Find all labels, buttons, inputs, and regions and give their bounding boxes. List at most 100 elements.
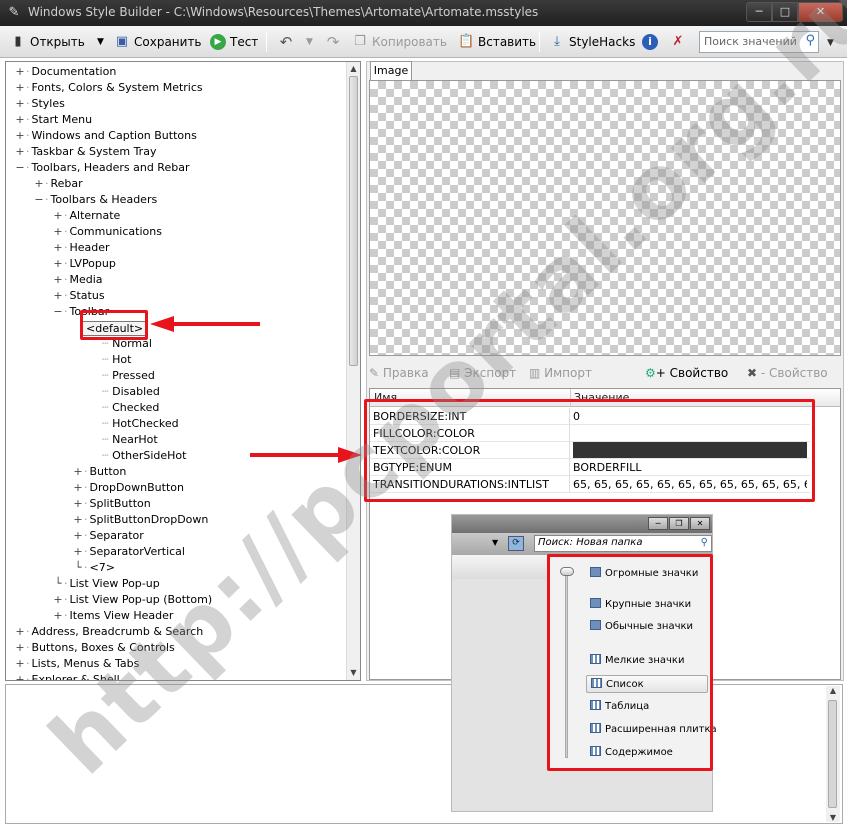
toolbar-overflow-arrow[interactable]: ▼ <box>827 38 834 48</box>
tree-item-label: HotChecked <box>112 417 179 430</box>
expand-toggle[interactable]: + <box>14 624 26 640</box>
tree-item[interactable]: +· Communications <box>52 224 162 240</box>
tree-item[interactable]: └ · List View Pop-up <box>52 576 160 592</box>
expand-toggle[interactable]: + <box>33 176 45 192</box>
scroll-up-arrow[interactable]: ▲ <box>826 686 840 695</box>
tree-item[interactable]: +· Separator <box>72 528 143 544</box>
tree-item[interactable]: +· Buttons, Boxes & Controls <box>14 640 174 656</box>
edit-button[interactable]: ✎ Правка <box>369 366 429 380</box>
close-button[interactable]: ✕ <box>798 2 843 22</box>
scroll-thumb[interactable] <box>828 700 837 808</box>
tree-item[interactable]: ┄ Checked <box>102 400 159 416</box>
tree-item[interactable]: −· Toolbars, Headers and Rebar <box>14 160 189 176</box>
description-scrollbar[interactable]: ▲ ▼ <box>826 686 840 822</box>
tree-item[interactable]: ┄ Hot <box>102 352 131 368</box>
tree-item[interactable]: +· Button <box>72 464 126 480</box>
tree-item[interactable]: +· Header <box>52 240 109 256</box>
tree-item[interactable]: +· LVPopup <box>52 256 115 272</box>
search-icon[interactable]: ⚲ <box>805 33 815 48</box>
test-button[interactable]: ▶ Тест <box>210 31 258 53</box>
stylehacks-button[interactable]: ⤓ StyleHacks <box>549 31 635 53</box>
tree-item[interactable]: −· Toolbars & Headers <box>33 192 157 208</box>
tools-button[interactable]: ✗ <box>670 31 690 53</box>
expand-toggle[interactable]: + <box>72 544 84 560</box>
expand-toggle[interactable]: + <box>52 256 64 272</box>
minimize-button[interactable]: ─ <box>746 2 772 22</box>
tree-item[interactable]: +· Documentation <box>14 64 116 80</box>
expand-toggle[interactable]: + <box>14 96 26 112</box>
expand-toggle[interactable]: + <box>52 208 64 224</box>
tree-item[interactable]: ┄ OtherSideHot <box>102 448 186 464</box>
tree-item[interactable]: +· List View Pop-up (Bottom) <box>52 592 212 608</box>
expand-toggle[interactable]: + <box>52 608 64 624</box>
tree-item[interactable]: +· SeparatorVertical <box>72 544 185 560</box>
expand-toggle[interactable]: + <box>72 464 84 480</box>
export-button[interactable]: ▤ Экспорт <box>449 366 516 380</box>
expand-toggle[interactable]: + <box>72 512 84 528</box>
import-button[interactable]: ▥ Импорт <box>529 366 592 380</box>
expand-toggle[interactable]: + <box>14 112 26 128</box>
tree-item[interactable]: +· Address, Breadcrumb & Search <box>14 624 203 640</box>
open-dropdown-arrow[interactable]: ▼ <box>97 31 104 53</box>
tree-item[interactable]: +· Windows and Caption Buttons <box>14 128 196 144</box>
remove-property-button[interactable]: ✖ - Свойство <box>747 366 828 380</box>
expand-toggle[interactable]: + <box>14 144 26 160</box>
collapse-toggle[interactable]: − <box>52 304 64 320</box>
scroll-up-arrow[interactable]: ▲ <box>347 62 360 76</box>
remove-property-label: - Свойство <box>760 366 828 380</box>
expand-toggle[interactable]: + <box>14 656 26 672</box>
tree-item[interactable]: ┄ Disabled <box>102 384 160 400</box>
expand-toggle[interactable]: + <box>14 128 26 144</box>
tree-item[interactable]: +· Status <box>52 288 104 304</box>
open-button[interactable]: ▮ Открыть <box>10 31 84 53</box>
tree-item[interactable]: +· Alternate <box>52 208 120 224</box>
tree-item[interactable]: +· SplitButtonDropDown <box>72 512 208 528</box>
expand-toggle[interactable]: + <box>72 496 84 512</box>
tree-item[interactable]: ┄ Pressed <box>102 368 155 384</box>
copy-button[interactable]: ❐ Копировать <box>352 31 447 53</box>
tree-item[interactable]: └ · <7> <box>72 560 115 576</box>
add-property-button[interactable]: ⚙+ Свойство <box>645 366 728 380</box>
tree-item[interactable]: +· Explorer & Shell <box>14 672 119 680</box>
tree-scrollbar[interactable]: ▲ ▼ <box>346 62 360 680</box>
expand-toggle[interactable]: + <box>52 240 64 256</box>
expand-toggle[interactable]: + <box>72 480 84 496</box>
expand-toggle[interactable]: + <box>14 64 26 80</box>
scroll-down-arrow[interactable]: ▼ <box>347 666 360 680</box>
tree-item[interactable]: +· Lists, Menus & Tabs <box>14 656 139 672</box>
expand-toggle[interactable]: + <box>52 592 64 608</box>
expand-toggle[interactable]: + <box>14 672 26 680</box>
collapse-toggle[interactable]: − <box>14 160 26 176</box>
expand-toggle[interactable]: + <box>14 640 26 656</box>
tree-item[interactable]: +· Fonts, Colors & System Metrics <box>14 80 202 96</box>
paste-button[interactable]: 📋 Вставить <box>458 31 536 53</box>
tree-item[interactable]: +· Items View Header <box>52 608 173 624</box>
expand-toggle[interactable]: + <box>52 224 64 240</box>
info-button[interactable]: i <box>642 31 662 53</box>
tree-item[interactable]: +· Media <box>52 272 102 288</box>
tree-item[interactable]: +· DropDownButton <box>72 480 184 496</box>
scroll-thumb[interactable] <box>349 76 358 366</box>
undo-button[interactable]: ↶ <box>278 31 298 53</box>
expand-toggle[interactable]: + <box>52 272 64 288</box>
save-button[interactable]: ▣ Сохранить <box>114 31 202 53</box>
expand-toggle[interactable]: + <box>52 288 64 304</box>
tree-item[interactable]: ┄ NearHot <box>102 432 158 448</box>
tree-item[interactable]: +· Start Menu <box>14 112 92 128</box>
tree-dot: · <box>84 561 88 574</box>
tree-item[interactable]: +· Styles <box>14 96 64 112</box>
expand-toggle[interactable]: + <box>14 80 26 96</box>
maximize-button[interactable]: □ <box>772 2 798 22</box>
tree-item[interactable]: +· SplitButton <box>72 496 150 512</box>
tree-item[interactable]: +· Taskbar & System Tray <box>14 144 156 160</box>
collapse-toggle[interactable]: − <box>33 192 45 208</box>
search-input[interactable]: Поиск значений ⚲ <box>699 31 819 53</box>
redo-button[interactable]: ↷ <box>325 31 345 53</box>
tree-item[interactable]: ┄ HotChecked <box>102 416 179 432</box>
tree-item[interactable]: +· Rebar <box>33 176 82 192</box>
undo-dropdown-arrow[interactable]: ▼ <box>306 31 313 53</box>
tab-image[interactable]: Image <box>370 61 412 80</box>
expand-toggle[interactable]: + <box>72 528 84 544</box>
tree-dot: · <box>64 593 68 606</box>
scroll-down-arrow[interactable]: ▼ <box>826 813 840 822</box>
